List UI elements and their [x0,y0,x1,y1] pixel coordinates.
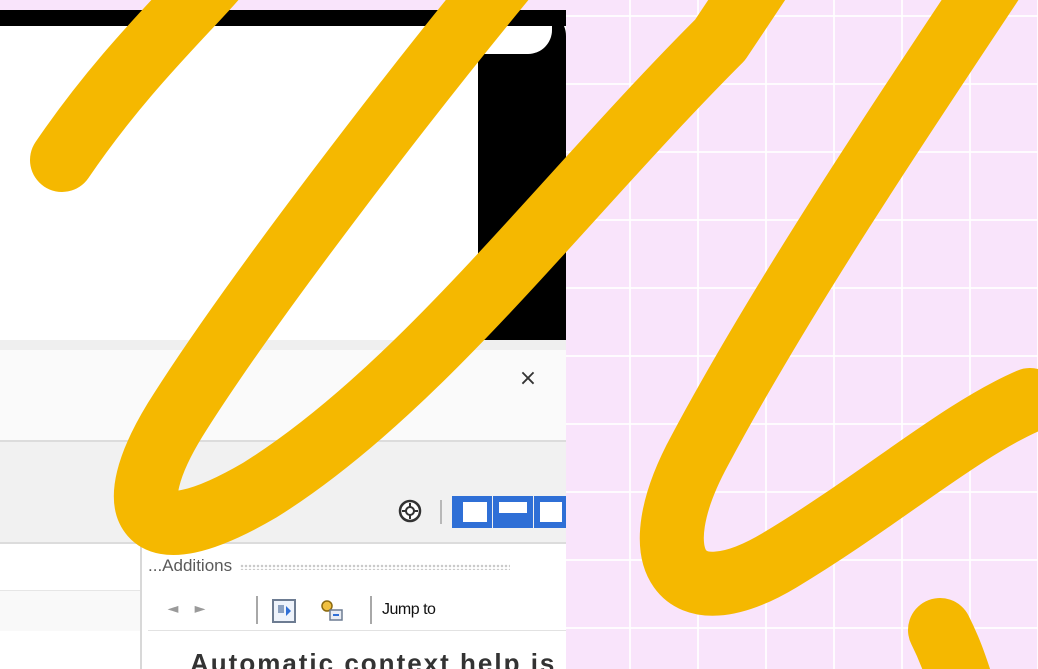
settings-icon[interactable] [396,497,424,525]
toolbar-separator [370,596,372,624]
layout-bottom-pane-icon [499,502,527,513]
back-icon[interactable]: ◄ [163,597,183,621]
link-with-selection-icon[interactable] [318,597,346,625]
sync-contents-icon[interactable] [270,597,298,625]
editor-area [0,26,478,340]
layout-right-pane-icon [540,502,562,522]
title-bar-grip [240,563,511,570]
layout-left-pane-button[interactable] [452,496,492,528]
layout-right-pane-button[interactable] [534,496,566,528]
list-item[interactable] [0,590,140,631]
toolbar-separator [440,500,442,524]
help-body-text: Automatic context help is [190,648,557,669]
toolbar-separator [256,596,258,624]
help-pane-title-text: ...Additions [148,556,233,575]
divider [0,340,566,350]
gear-icon [398,499,422,523]
layout-bottom-pane-button[interactable] [493,496,533,528]
screenshot-fragment: × ...Additions ◄ ► Jump to Automatic con… [0,0,566,669]
forward-icon[interactable]: ► [190,597,210,621]
device-frame-right [478,10,566,340]
help-pane-title: ...Additions [148,552,566,580]
top-margin [0,0,566,10]
help-toolbar [148,586,566,631]
editor-area-corner [478,26,552,54]
close-icon[interactable]: × [514,366,542,392]
jump-to-link[interactable]: Jump to [382,598,436,622]
layout-left-pane-icon [463,502,487,522]
dialog-header [0,350,566,442]
